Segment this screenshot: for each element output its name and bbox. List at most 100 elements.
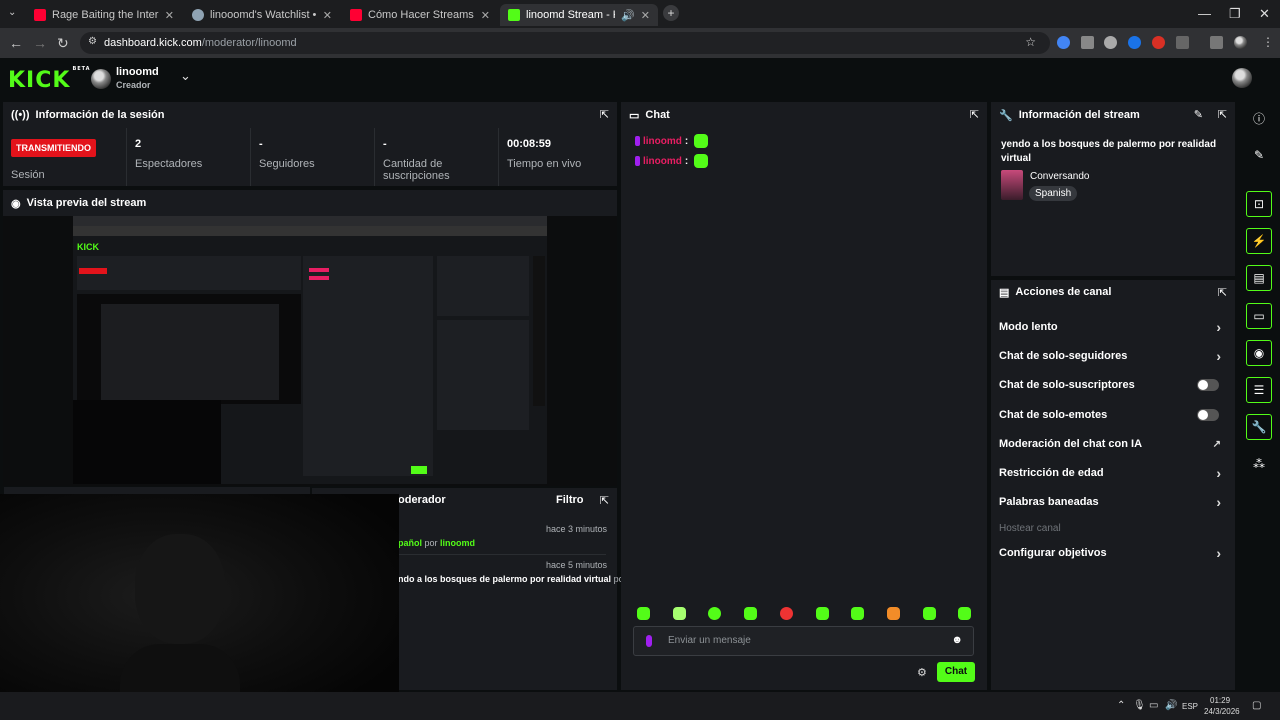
emote-icon[interactable] xyxy=(744,607,757,620)
action-slow-mode[interactable]: Modo lento › xyxy=(999,316,1227,338)
menu-kebab-icon[interactable]: ⋮ xyxy=(1262,35,1274,49)
actions-icon: ▤ xyxy=(999,286,1010,299)
extension-icon[interactable] xyxy=(1152,36,1165,49)
extension-icon[interactable] xyxy=(1104,36,1117,49)
pencil-icon[interactable]: ✎ xyxy=(1246,142,1272,168)
chat-input[interactable]: Enviar un mensaje ☻ xyxy=(633,626,974,656)
panel-header: ▭ Chat xyxy=(621,102,987,128)
action-ai-moderation[interactable]: Moderación del chat con IA ↗ xyxy=(999,433,1227,455)
action-configure-goals[interactable]: Configurar objetivos › xyxy=(999,542,1227,564)
browser-tab[interactable]: Cómo Hacer Streams en Kick (C ✕ xyxy=(342,4,498,26)
popout-icon[interactable]: ⇱ xyxy=(1218,286,1227,299)
audio-playing-icon[interactable]: 🔊 xyxy=(621,9,635,22)
action-age-restriction[interactable]: Restricción de edad › xyxy=(999,462,1227,484)
chat-bubble-icon: ▭ xyxy=(629,109,640,122)
chevron-down-icon[interactable]: ⌄ xyxy=(180,68,191,84)
clock-date[interactable]: 24/3/2026 xyxy=(1204,707,1240,716)
extensions-puzzle-icon[interactable] xyxy=(1176,36,1189,49)
popout-icon[interactable]: ⇱ xyxy=(600,494,609,507)
browser-tab[interactable]: Rage Baiting the Internet's Mo ✕ xyxy=(26,4,182,26)
add-widget-icon[interactable]: ⁂ xyxy=(1246,451,1272,477)
send-chat-button[interactable]: Chat xyxy=(937,662,975,682)
kick-logo[interactable]: KICK BETA xyxy=(8,65,91,93)
action-followers-only[interactable]: Chat de solo-seguidores › xyxy=(999,345,1227,367)
popout-icon[interactable]: ⇱ xyxy=(600,108,609,121)
tab-search-icon[interactable]: ⌄ xyxy=(8,7,16,18)
popout-icon[interactable]: ⇱ xyxy=(970,108,979,121)
emote-icon[interactable] xyxy=(887,607,900,620)
letterboxd-favicon-icon xyxy=(192,9,204,21)
emotes-only-toggle[interactable] xyxy=(1197,409,1219,421)
extension-icon[interactable] xyxy=(1057,36,1070,49)
preview-nested-inner xyxy=(101,304,279,400)
preview-session xyxy=(77,256,301,290)
close-tab-icon[interactable]: ✕ xyxy=(323,9,332,22)
notifications-icon[interactable]: ▢ xyxy=(1252,700,1261,711)
url-field[interactable]: ⚙ dashboard.kick.com/moderator/linoomd ☆ xyxy=(80,32,1050,54)
broadcast-icon[interactable]: ◉ xyxy=(1246,340,1272,366)
info-icon[interactable]: ⓘ xyxy=(1246,105,1272,131)
wrench-icon[interactable]: 🔧 xyxy=(1246,414,1272,440)
category-name[interactable]: Conversando xyxy=(1030,171,1089,182)
close-window-button[interactable]: ✕ xyxy=(1259,6,1270,22)
chat-username[interactable]: linoomd xyxy=(643,156,682,167)
emote-icon[interactable] xyxy=(673,607,686,620)
chevron-right-icon: › xyxy=(1216,319,1221,335)
notes-icon[interactable]: ▤ xyxy=(1246,265,1272,291)
clock-time[interactable]: 01:29 xyxy=(1210,696,1230,705)
maximize-button[interactable]: ❐ xyxy=(1229,6,1241,22)
emote-icon[interactable] xyxy=(816,607,829,620)
language-tag: Spanish xyxy=(1029,186,1078,201)
category-thumbnail[interactable] xyxy=(1001,170,1023,200)
emote-icon[interactable] xyxy=(958,607,971,620)
forward-icon[interactable]: → xyxy=(33,35,47,51)
edit-icon[interactable]: ✎ xyxy=(1194,108,1203,121)
mic-badge-icon xyxy=(646,635,652,647)
tray-chevron-up-icon[interactable]: ⌃ xyxy=(1117,700,1125,711)
lightning-icon[interactable]: ⚡ xyxy=(1246,228,1272,254)
emote-icon[interactable] xyxy=(637,607,650,620)
log-user[interactable]: linoomd xyxy=(440,538,475,548)
stream-info-panel: 🔧 Información del stream ✎ ⇱ yendo a los… xyxy=(991,102,1235,276)
close-tab-icon[interactable]: ✕ xyxy=(165,9,174,22)
stream-video[interactable]: KICK xyxy=(73,216,547,484)
filter-button[interactable]: Filtro xyxy=(556,494,584,506)
browser-tab-active[interactable]: linoomd Stream - Kick Dash 🔊 ✕ xyxy=(500,4,658,26)
reading-list-icon[interactable] xyxy=(1210,36,1223,49)
panel-title: Información del stream xyxy=(1018,109,1140,121)
emote-icon[interactable] xyxy=(708,607,721,620)
back-icon[interactable]: ← xyxy=(9,35,23,51)
channel-avatar[interactable] xyxy=(91,69,111,89)
subscribers-only-toggle[interactable] xyxy=(1197,379,1219,391)
popout-icon[interactable]: ⇱ xyxy=(1218,108,1227,121)
stat-label: Espectadores xyxy=(135,158,203,170)
browser-tab[interactable]: linooomd's Watchlist • Letterb ✕ xyxy=(184,4,340,26)
bookmark-star-icon[interactable]: ☆ xyxy=(1025,35,1036,49)
new-tab-button[interactable]: + xyxy=(663,5,679,21)
emoji-picker-icon[interactable]: ☻ xyxy=(951,634,963,646)
volume-icon[interactable]: 🔊 xyxy=(1165,700,1177,711)
close-tab-icon[interactable]: ✕ xyxy=(641,9,650,22)
extension-icon[interactable] xyxy=(1128,36,1141,49)
profile-avatar[interactable] xyxy=(1234,36,1247,49)
chat-username[interactable]: linoomd xyxy=(643,136,682,147)
preview-focus-icon[interactable]: ⊡ xyxy=(1246,191,1272,217)
microphone-icon[interactable]: 🎙 xyxy=(1133,700,1146,711)
extension-icon[interactable] xyxy=(1081,36,1094,49)
close-tab-icon[interactable]: ✕ xyxy=(481,9,490,22)
action-banned-words[interactable]: Palabras baneadas › xyxy=(999,491,1227,513)
emote-icon[interactable] xyxy=(923,607,936,620)
beta-badge: BETA xyxy=(72,65,91,72)
chat-settings-icon[interactable]: ⚙ xyxy=(917,666,927,679)
reload-icon[interactable]: ↻ xyxy=(57,35,69,52)
emote-icon[interactable] xyxy=(851,607,864,620)
emote-icon[interactable] xyxy=(780,607,793,620)
minimize-button[interactable]: — xyxy=(1198,6,1211,21)
layout-icon[interactable]: ☰ xyxy=(1246,377,1272,403)
preview-webcam xyxy=(73,400,221,484)
network-icon[interactable]: ▭ xyxy=(1149,700,1158,711)
chat-icon[interactable]: ▭ xyxy=(1246,303,1272,329)
site-info-icon[interactable]: ⚙ xyxy=(88,36,97,47)
user-avatar[interactable] xyxy=(1232,68,1252,88)
language-indicator[interactable]: ESP xyxy=(1182,702,1198,711)
